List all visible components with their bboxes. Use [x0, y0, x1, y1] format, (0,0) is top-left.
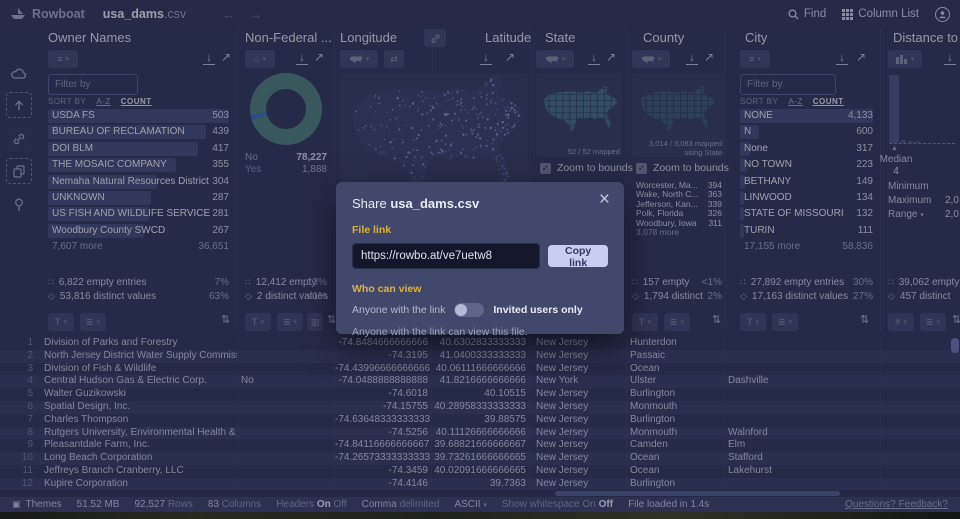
file-link-input[interactable]	[352, 243, 540, 269]
file-link-label: File link	[352, 224, 608, 236]
copy-link-button[interactable]: Copy link	[548, 245, 608, 267]
close-icon[interactable]: ×	[599, 190, 610, 209]
rowboat-app: Rowboat usa_dams.csv ← → Find Column Lis…	[0, 0, 960, 519]
share-dialog: Share usa_dams.csv × File link Copy link…	[336, 182, 624, 334]
who-can-view-label: Who can view	[352, 283, 608, 295]
visibility-toggle[interactable]	[454, 303, 484, 317]
share-helper-text: Anyone with the link can view this file.	[352, 326, 608, 338]
option-anyone-label[interactable]: Anyone with the link	[352, 304, 445, 316]
option-invited-label[interactable]: Invited users only	[493, 304, 582, 316]
share-dialog-title: Share usa_dams.csv	[352, 196, 608, 211]
toggle-knob	[455, 304, 467, 316]
